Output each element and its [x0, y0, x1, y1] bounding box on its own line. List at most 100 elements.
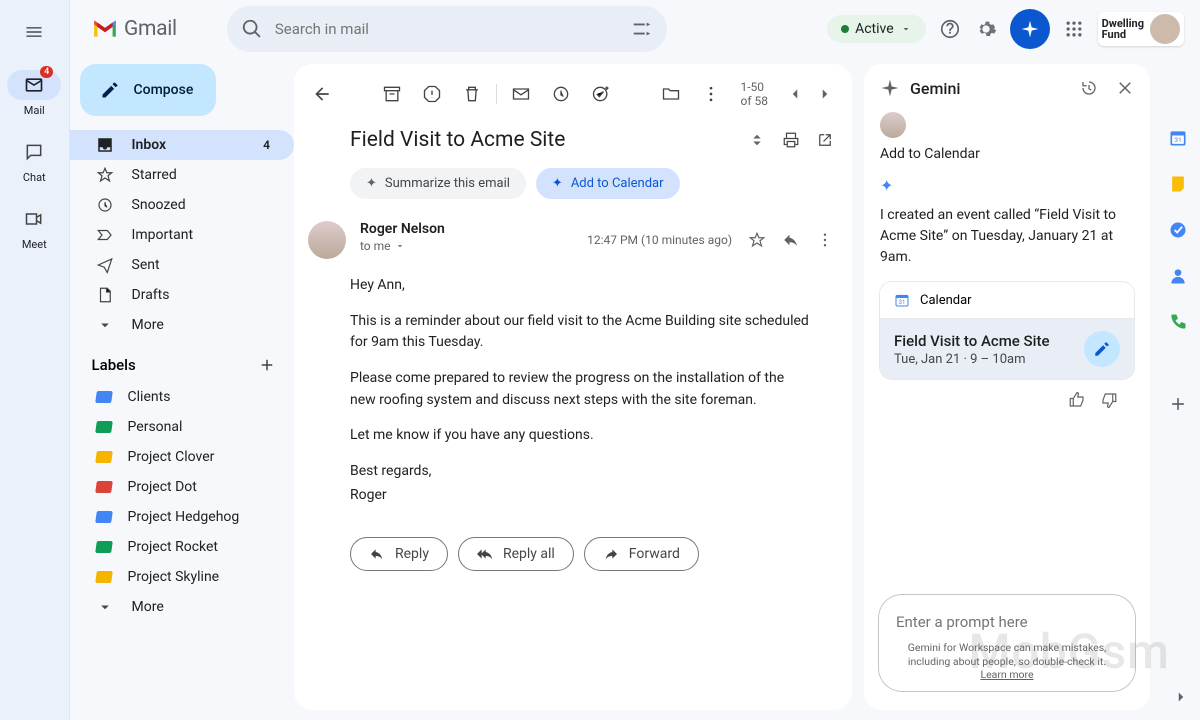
gmail-icon	[92, 19, 118, 39]
summarize-chip[interactable]: ✦Summarize this email	[350, 168, 526, 199]
nav-starred[interactable]: Starred	[70, 160, 294, 190]
label-personal[interactable]: Personal	[70, 412, 294, 442]
main-menu-button[interactable]	[14, 12, 54, 52]
svg-text:31: 31	[1174, 136, 1181, 144]
nav-snoozed[interactable]: Snoozed	[70, 190, 294, 220]
forward-button[interactable]: Forward	[584, 537, 699, 571]
chevron-down-icon	[395, 241, 405, 251]
compose-button[interactable]: Compose	[80, 64, 216, 116]
search-bar[interactable]	[227, 6, 667, 52]
reply-all-icon	[477, 546, 493, 562]
rail-mail[interactable]: 4 Mail	[7, 70, 61, 117]
header: Gmail Active Dwelling Fund	[70, 0, 1200, 58]
add-task-button[interactable]	[591, 84, 611, 104]
star-icon	[96, 166, 114, 184]
nav-important[interactable]: Important	[70, 220, 294, 250]
chevron-down-icon	[96, 598, 114, 616]
label-swatch-icon	[95, 541, 113, 553]
spark-icon	[880, 78, 900, 98]
svg-text:31: 31	[899, 299, 906, 306]
gemini-prompt-input[interactable]	[896, 613, 1118, 631]
label-project-hedgehog[interactable]: Project Hedgehog	[70, 502, 294, 532]
label-project-clover[interactable]: Project Clover	[70, 442, 294, 472]
add-to-calendar-chip[interactable]: ✦Add to Calendar	[536, 168, 680, 199]
delete-button[interactable]	[462, 84, 482, 104]
learn-more-link[interactable]: Learn more	[980, 668, 1033, 681]
thumbs-up-button[interactable]	[1068, 391, 1086, 409]
rail-chat[interactable]: Chat	[7, 137, 61, 184]
mark-unread-button[interactable]	[511, 84, 531, 104]
archive-button[interactable]	[382, 84, 402, 104]
drafts-icon	[96, 286, 114, 304]
star-button[interactable]	[748, 231, 766, 249]
event-title: Field Visit to Acme Site	[894, 332, 1050, 350]
mail-badge: 4	[40, 66, 53, 78]
snooze-button[interactable]	[551, 84, 571, 104]
label-clients[interactable]: Clients	[70, 382, 294, 412]
chat-icon	[24, 142, 44, 162]
reply-all-button[interactable]: Reply all	[458, 537, 574, 571]
label-project-dot[interactable]: Project Dot	[70, 472, 294, 502]
gemini-panel: Gemini Add to Calendar ✦ I created an ev…	[864, 64, 1150, 710]
account-switcher[interactable]: Dwelling Fund	[1098, 12, 1184, 46]
gemini-disclaimer: Gemini for Workspace can make mistakes, …	[896, 641, 1118, 682]
search-options-icon[interactable]	[631, 18, 653, 40]
calendar-addon[interactable]: 31	[1168, 128, 1188, 148]
spam-button[interactable]	[422, 84, 442, 104]
move-to-button[interactable]	[661, 84, 681, 104]
open-new-button[interactable]	[816, 131, 834, 149]
nav-sent[interactable]: Sent	[70, 250, 294, 280]
print-button[interactable]	[782, 131, 800, 149]
message-more-button[interactable]	[816, 231, 834, 249]
sender-name: Roger Nelson	[360, 221, 573, 237]
back-button[interactable]	[312, 84, 332, 104]
rail-meet[interactable]: Meet	[7, 204, 61, 251]
chevron-down-icon	[96, 316, 114, 334]
labels-header: Labels	[70, 340, 294, 382]
label-project-skyline[interactable]: Project Skyline	[70, 562, 294, 592]
status-chip[interactable]: Active	[827, 15, 926, 43]
nav-more[interactable]: More	[70, 310, 294, 340]
important-icon	[96, 226, 114, 244]
get-addons-button[interactable]	[1168, 394, 1188, 414]
labels-more[interactable]: More	[70, 592, 294, 622]
nav-drafts[interactable]: Drafts	[70, 280, 294, 310]
reply-button[interactable]: Reply	[350, 537, 448, 571]
gemini-history-button[interactable]	[1080, 79, 1098, 97]
email-time: 12:47 PM (10 minutes ago)	[587, 233, 732, 247]
help-button[interactable]	[938, 17, 962, 41]
more-button[interactable]	[701, 84, 721, 104]
tasks-addon[interactable]	[1168, 220, 1188, 240]
expand-collapse-button[interactable]	[748, 131, 766, 149]
label-swatch-icon	[95, 481, 113, 493]
thumbs-down-button[interactable]	[1100, 391, 1118, 409]
gemini-close-button[interactable]	[1116, 79, 1134, 97]
edit-event-button[interactable]	[1084, 331, 1120, 367]
next-button[interactable]	[816, 85, 834, 103]
gemini-button[interactable]	[1010, 9, 1050, 49]
gemini-calendar-card[interactable]: 31 Calendar Field Visit to Acme Site Tue…	[880, 282, 1134, 379]
side-panel-toggle[interactable]	[1172, 688, 1190, 706]
mail-icon	[24, 75, 44, 95]
chevron-down-icon	[900, 23, 912, 35]
inbox-icon	[96, 136, 114, 154]
contacts-addon[interactable]	[1168, 266, 1188, 286]
calendar-icon: 31	[894, 292, 910, 308]
nav-inbox[interactable]: Inbox 4	[70, 130, 294, 160]
reply-icon-button[interactable]	[782, 231, 800, 249]
add-label-button[interactable]	[258, 356, 276, 374]
settings-button[interactable]	[974, 17, 998, 41]
label-project-rocket[interactable]: Project Rocket	[70, 532, 294, 562]
gemini-prompt-box[interactable]: Gemini for Workspace can make mistakes, …	[878, 594, 1136, 692]
gmail-logo[interactable]: Gmail	[92, 17, 177, 41]
keep-addon[interactable]	[1168, 174, 1188, 194]
sender-to[interactable]: to me	[360, 239, 573, 253]
gemini-user-prompt: Add to Calendar	[880, 146, 1134, 162]
search-input[interactable]	[275, 20, 631, 38]
voice-addon[interactable]	[1168, 312, 1188, 332]
sidebar: Compose Inbox 4 Starred Snoozed Importan…	[70, 0, 294, 720]
sender-avatar	[308, 221, 346, 259]
apps-button[interactable]	[1062, 17, 1086, 41]
prev-button[interactable]	[786, 85, 804, 103]
pencil-icon	[1093, 340, 1111, 358]
